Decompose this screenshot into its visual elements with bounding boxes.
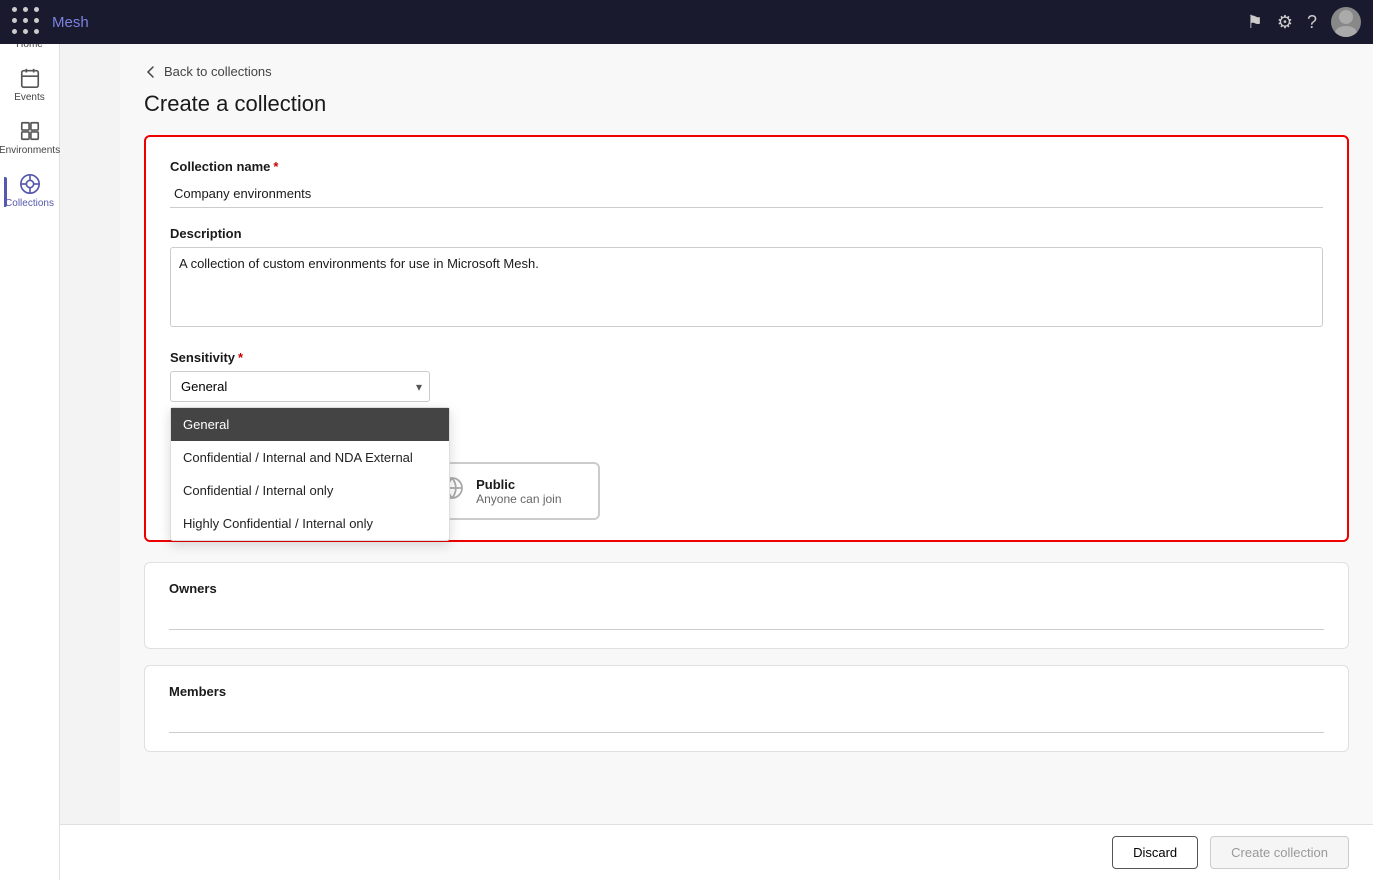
topbar: Mesh ⚑ ⚙ ? (0, 0, 1373, 44)
sidebar-environments-label: Environments (0, 145, 60, 157)
main-content: Back to collections Create a collection … (120, 44, 1373, 880)
public-title: Public (476, 477, 561, 492)
sidebar-item-events[interactable]: Events (4, 61, 56, 110)
dropdown-item-general[interactable]: General (171, 408, 449, 441)
members-input[interactable] (169, 705, 1324, 733)
sidebar-item-collections[interactable]: Collections (4, 167, 56, 216)
owners-label: Owners (169, 581, 1324, 596)
sidebar-collections-label: Collections (5, 198, 54, 210)
gear-icon[interactable]: ⚙ (1277, 12, 1293, 33)
description-label: Description (170, 226, 1323, 241)
dropdown-item-confidential-internal[interactable]: Confidential / Internal only (171, 474, 449, 507)
sensitivity-label: Sensitivity* (170, 350, 1323, 365)
bottom-bar: Discard Create collection (60, 824, 1373, 880)
sidebar: Home Events Environments Collections (0, 0, 60, 880)
description-input[interactable]: A collection of custom environments for … (170, 247, 1323, 327)
sidebar-events-label: Events (14, 92, 45, 104)
dropdown-item-highly-confidential[interactable]: Highly Confidential / Internal only (171, 507, 449, 540)
members-section: Members (144, 665, 1349, 752)
members-label: Members (169, 684, 1324, 699)
create-collection-button[interactable]: Create collection (1210, 836, 1349, 869)
dropdown-item-confidential-nda[interactable]: Confidential / Internal and NDA External (171, 441, 449, 474)
sensitivity-dropdown: General Confidential / Internal and NDA … (170, 407, 450, 541)
owners-section: Owners (144, 562, 1349, 649)
user-avatar[interactable] (1331, 7, 1361, 37)
page-title: Create a collection (144, 91, 1349, 117)
form-card: Collection name* Description A collectio… (144, 135, 1349, 542)
back-arrow-icon (144, 65, 158, 79)
sensitivity-wrapper: General Confidential / Internal and NDA … (170, 371, 430, 402)
collection-name-label: Collection name* (170, 159, 1323, 174)
app-grid-icon[interactable] (12, 7, 42, 37)
events-icon (19, 67, 41, 89)
public-subtitle: Anyone can join (476, 492, 561, 506)
collection-name-input[interactable] (170, 180, 1323, 208)
topbar-actions: ⚑ ⚙ ? (1247, 7, 1361, 37)
sensitivity-select[interactable]: General Confidential / Internal and NDA … (170, 371, 430, 402)
sidebar-item-environments[interactable]: Environments (4, 114, 56, 163)
collections-icon (19, 173, 41, 195)
environments-icon (19, 120, 41, 142)
back-link[interactable]: Back to collections (144, 64, 1349, 79)
app-title: Mesh (52, 14, 1237, 31)
discard-button[interactable]: Discard (1112, 836, 1198, 869)
flag-icon[interactable]: ⚑ (1247, 12, 1263, 33)
owners-input[interactable] (169, 602, 1324, 630)
help-icon[interactable]: ? (1307, 12, 1317, 33)
public-option-text: Public Anyone can join (476, 477, 561, 506)
